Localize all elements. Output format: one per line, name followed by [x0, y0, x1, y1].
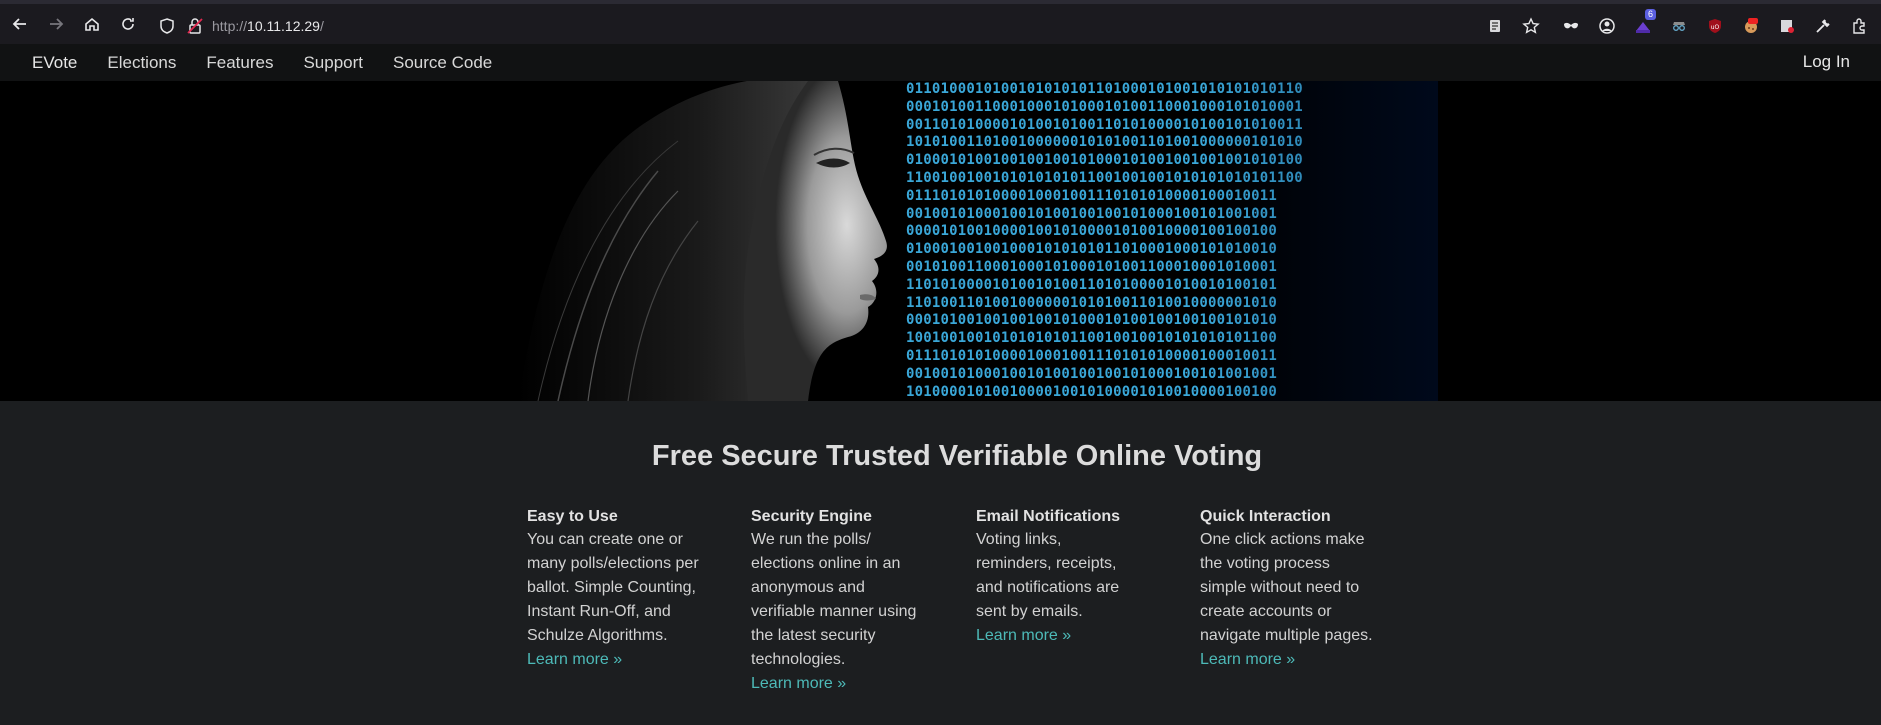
page-extension-icon [1781, 20, 1794, 33]
shield-icon[interactable] [158, 17, 176, 35]
url-bar[interactable]: http://10.11.12.29/ [152, 10, 1548, 42]
extension-badge: 6 [1644, 9, 1656, 20]
back-button[interactable] [2, 6, 38, 42]
hero-banner: 0110100010100101010101101000101001010101… [0, 81, 1881, 401]
woman-profile-illustration [478, 81, 958, 401]
hero-image: 0110100010100101010101101000101001010101… [478, 81, 1438, 401]
cookie-extension-icon [1745, 18, 1758, 33]
spy-extension-button[interactable] [1661, 8, 1697, 44]
learn-more-link[interactable]: Learn more » [976, 627, 1071, 644]
cookie-extension-button[interactable] [1733, 8, 1769, 44]
feature-title: Easy to Use [527, 508, 618, 525]
feature-security-engine: Security Engine We run the polls/ electi… [751, 508, 926, 696]
feature-title: Security Engine [751, 508, 872, 525]
forward-icon [50, 18, 64, 30]
reader-view-button[interactable] [1477, 8, 1513, 44]
nav-support[interactable]: Support [303, 53, 363, 73]
nav-elections[interactable]: Elections [107, 53, 176, 73]
feature-text: Voting links, reminders, receipts, and n… [976, 531, 1120, 644]
page-headline: Free Secure Trusted Verifiable Online Vo… [651, 440, 1263, 472]
mask-extension-icon [1564, 22, 1578, 29]
learn-more-link[interactable]: Learn more » [1200, 651, 1295, 668]
mask-extension-button[interactable] [1553, 8, 1589, 44]
feature-quick-interaction: Quick Interaction One click actions make… [1200, 508, 1380, 672]
svg-text:uO: uO [1711, 24, 1720, 31]
feature-easy-to-use: Easy to Use You can create one or many p… [527, 508, 702, 672]
nav-source-code[interactable]: Source Code [393, 53, 492, 73]
page-extension-button[interactable] [1769, 8, 1805, 44]
feature-title: Email Notifications [976, 508, 1121, 525]
insecure-lock-icon[interactable] [186, 17, 204, 35]
learn-more-link[interactable]: Learn more » [527, 651, 622, 668]
main-content: Free Secure Trusted Verifiable Online Vo… [0, 401, 1881, 725]
feature-title: Quick Interaction [1200, 508, 1331, 525]
toolbar-extensions: 6 uO [1477, 8, 1881, 44]
feature-text: One click actions make the voting proces… [1200, 531, 1373, 668]
bookmark-star-icon [1522, 17, 1540, 34]
forward-button[interactable] [38, 6, 74, 42]
feature-email-notifications: Email Notifications Voting links, remind… [976, 508, 1136, 648]
tools-button[interactable] [1805, 8, 1841, 44]
reload-icon [122, 18, 134, 30]
nav-features[interactable]: Features [206, 53, 273, 73]
brand-link[interactable]: EVote [32, 53, 77, 73]
url-text[interactable]: http://10.11.12.29/ [212, 18, 324, 34]
spy-extension-icon [1673, 22, 1685, 31]
learn-more-link[interactable]: Learn more » [751, 675, 846, 692]
home-icon [85, 17, 99, 31]
bookmark-button[interactable] [1513, 8, 1549, 44]
site-navbar: EVote Elections Features Support Source … [0, 44, 1881, 81]
login-link[interactable]: Log In [1803, 52, 1850, 72]
extensions-icon [1853, 18, 1865, 34]
home-button[interactable] [74, 6, 110, 42]
account-button[interactable] [1589, 8, 1625, 44]
hat-extension-button[interactable]: 6 [1625, 8, 1661, 44]
feature-text: We run the polls/ elections online in an… [751, 531, 917, 692]
reader-view-icon [1490, 20, 1500, 32]
ublock-icon: uO [1709, 19, 1721, 33]
tools-icon [1816, 19, 1830, 33]
back-icon [12, 18, 26, 30]
feature-text: You can create one or many polls/electio… [527, 531, 699, 668]
ublock-button[interactable]: uO [1697, 8, 1733, 44]
extensions-button[interactable] [1841, 8, 1877, 44]
browser-toolbar: http://10.11.12.29/ 6 uO [0, 0, 1881, 44]
account-icon [1599, 18, 1615, 34]
binary-fade [906, 81, 1438, 401]
reload-button[interactable] [110, 6, 146, 42]
